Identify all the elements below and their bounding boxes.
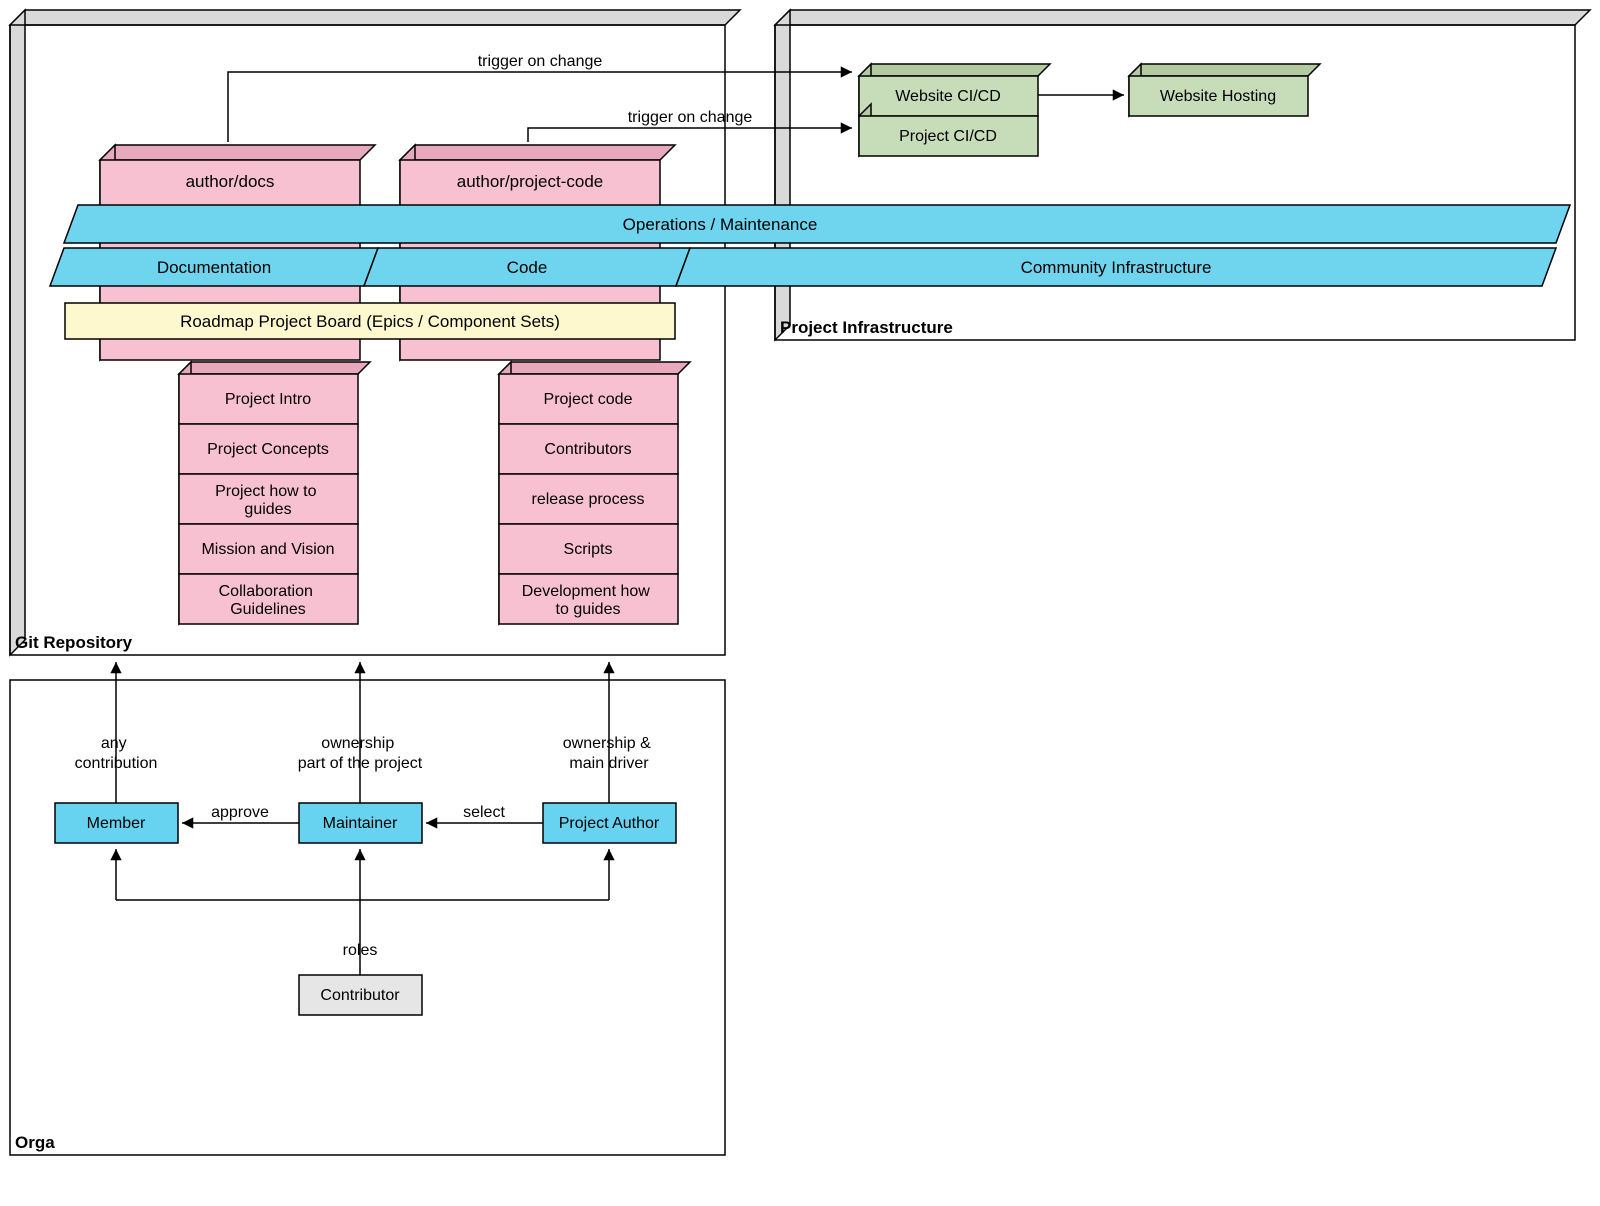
band-ops-label: Operations / Maintenance [623, 215, 818, 234]
label-trigger2: trigger on change [628, 109, 753, 126]
band-code-label: Code [507, 258, 548, 277]
frame-orga-label: Orga [15, 1133, 55, 1152]
arrow-trigger-code [528, 128, 852, 142]
frame-git-label: Git Repository [15, 633, 133, 652]
label-website-cicd: Website CI/CD [895, 88, 1001, 105]
code-item-2: release process [532, 491, 645, 508]
docs-item-0: Project Intro [225, 391, 311, 408]
label-maintainer: Maintainer [323, 815, 398, 832]
box-website-cicd: Website CI/CD [859, 64, 1050, 116]
box-website-hosting: Website Hosting [1129, 64, 1320, 116]
code-stack: Project code Contributors release proces… [499, 362, 690, 624]
label-approve: approve [211, 804, 269, 821]
label-select: select [463, 804, 505, 821]
code-item-3: Scripts [564, 541, 613, 558]
band-roadmap-label: Roadmap Project Board (Epics / Component… [180, 312, 560, 331]
label-author-code: author/project-code [457, 172, 603, 191]
label-roles: roles [343, 942, 378, 959]
label-contributor: Contributor [320, 987, 400, 1004]
label-project-cicd: Project CI/CD [899, 128, 997, 145]
code-item-0: Project code [544, 391, 633, 408]
frame-git-left [10, 10, 25, 655]
label-member: Member [87, 815, 146, 832]
code-item-1: Contributors [544, 441, 631, 458]
label-author-docs: author/docs [186, 172, 275, 191]
band-docs-label: Documentation [157, 258, 271, 277]
docs-item-4: Collaboration Guidelines [219, 583, 318, 618]
frame-git-top [10, 10, 740, 25]
label-website-hosting: Website Hosting [1160, 88, 1276, 105]
frame-infra-top [775, 10, 1590, 25]
band-community-label: Community Infrastructure [1021, 258, 1212, 277]
label-trigger1: trigger on change [478, 53, 603, 70]
docs-stack: Project Intro Project Concepts Project h… [179, 362, 370, 624]
frame-infra-label: Project Infrastructure [780, 318, 953, 337]
frame-infra-left [775, 10, 790, 340]
docs-item-1: Project Concepts [207, 441, 329, 458]
arrow-trigger-docs [228, 72, 852, 142]
diagram-canvas: Git Repository Project Infrastructure Or… [0, 0, 1600, 1201]
docs-item-3: Mission and Vision [201, 541, 334, 558]
label-project-author: Project Author [559, 815, 660, 832]
